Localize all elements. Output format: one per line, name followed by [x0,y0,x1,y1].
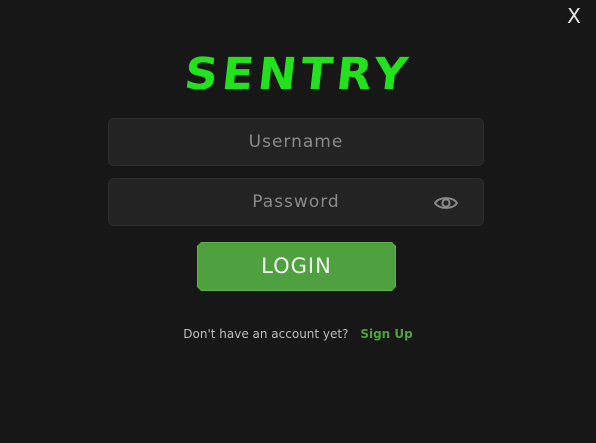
username-field-container [108,118,484,166]
signup-row: Don't have an account yet? Sign Up [0,326,596,342]
login-button[interactable]: LOGIN [197,242,396,291]
password-input[interactable] [109,179,483,225]
eye-icon[interactable] [433,193,459,213]
signup-prompt-text: Don't have an account yet? [183,327,349,341]
login-window: X SENTRY LOGIN Don't have an account yet… [0,0,596,443]
signup-link[interactable]: Sign Up [360,327,412,341]
close-button[interactable]: X [564,4,584,28]
password-field-container [108,178,484,226]
app-logo: SENTRY [181,49,415,100]
username-input[interactable] [109,119,483,165]
